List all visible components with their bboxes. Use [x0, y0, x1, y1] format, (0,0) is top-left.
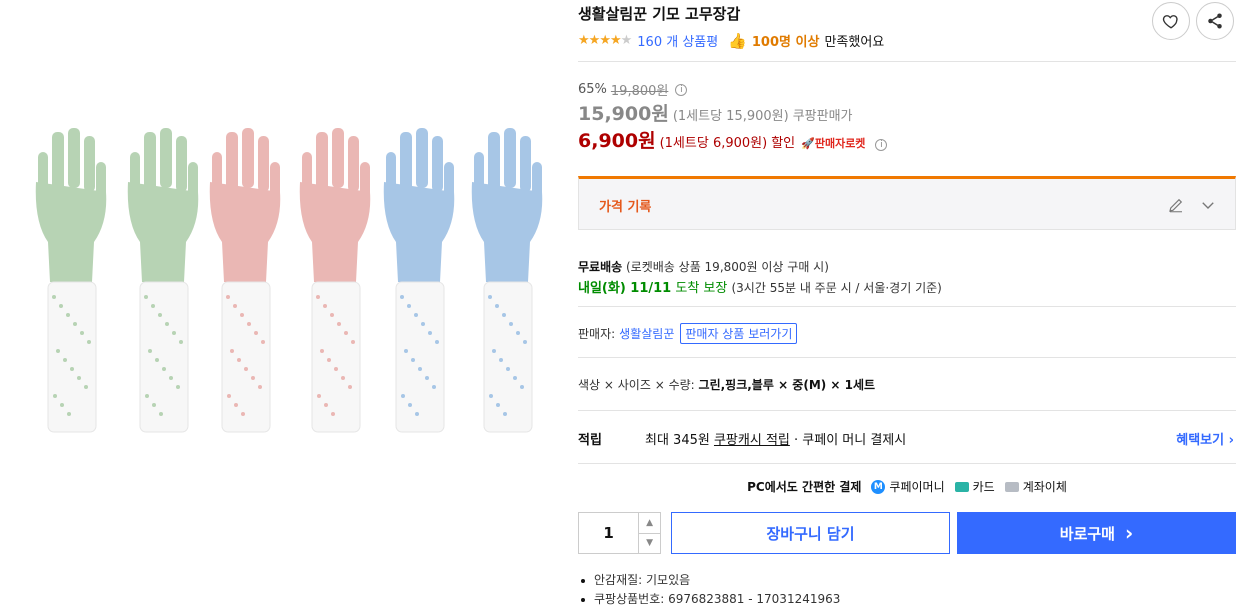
rocket-icon: 🚀	[801, 137, 815, 150]
star-icon: ★	[578, 33, 590, 48]
share-icon	[1208, 13, 1222, 29]
product-title: 생활살림꾼 기모 고무장갑	[578, 5, 741, 23]
reward-label: 적립	[578, 433, 602, 448]
favorite-button[interactable]	[1152, 2, 1190, 40]
quantity-increase-button[interactable]: ▲	[639, 513, 660, 534]
buy-now-label: 바로구매	[1059, 524, 1115, 543]
add-to-cart-button[interactable]: 장바구니 담기	[671, 512, 950, 554]
coupang-unit-price: (1세트당 15,900원)	[672, 109, 789, 124]
payment-title: PC에서도 간편한 결제	[747, 480, 862, 494]
card-payment: 카드	[954, 478, 995, 495]
seller-rocket-badge: 🚀판매자로켓	[801, 135, 865, 151]
chevron-down-icon[interactable]	[1199, 196, 1217, 214]
rocket-badge-label: 판매자로켓	[814, 137, 866, 150]
chevron-right-icon: ›	[1124, 521, 1134, 545]
star-icon: ★	[599, 33, 611, 48]
detail-item: 쿠팡상품번호: 6976823881 - 17031241963	[578, 590, 840, 609]
star-icon: ★	[620, 33, 633, 48]
sale-price: 6,900원	[578, 130, 656, 152]
glove	[471, 128, 543, 433]
quantity-arrows: ▲ ▼	[638, 513, 660, 553]
product-info-panel: 생활살림꾼 기모 고무장갑 ★★★★★ 160 개 상품평 👍 100명 이상 …	[578, 0, 1236, 616]
glove	[209, 128, 281, 433]
free-shipping-info: 무료배송 (로켓배송 상품 19,800원 이상 구매 시)	[578, 258, 829, 275]
product-image	[20, 100, 560, 510]
original-price: 19,800원	[610, 84, 669, 99]
arrival-info: 내일(화) 11/11 도착 보장 (3시간 55분 내 주문 시 / 서울·경…	[578, 277, 942, 296]
info-icon[interactable]: i	[675, 83, 688, 96]
quantity-stepper[interactable]: 1 ▲ ▼	[578, 512, 661, 554]
coupay-icon: M	[871, 479, 886, 494]
option-value: 그린,핑크,블루 × 중(M) × 1세트	[698, 378, 876, 392]
coupay-money: M 쿠페이머니	[871, 478, 945, 495]
price-history-label: 가격 기록	[599, 200, 652, 215]
coupang-price-label: 쿠팡판매가	[792, 109, 853, 124]
free-shipping-detail: (로켓배송 상품 19,800원 이상 구매 시)	[626, 260, 829, 274]
glove	[35, 128, 107, 433]
benefit-link[interactable]: 혜택보기 ›	[1176, 429, 1234, 448]
coupang-price: 15,900원	[578, 103, 669, 125]
quantity-decrease-button[interactable]: ▼	[639, 534, 660, 554]
reward-amount: 최대 345원	[645, 433, 710, 448]
detail-item: 안감재질: 기모있음	[578, 571, 840, 590]
product-details-list: 안감재질: 기모있음 쿠팡상품번호: 6976823881 - 170312419…	[578, 571, 840, 609]
buy-now-button[interactable]: 바로구매 ›	[957, 512, 1236, 554]
card-icon	[954, 481, 969, 492]
gloves-illustration	[35, 128, 543, 433]
share-button[interactable]	[1196, 2, 1234, 40]
divider	[578, 463, 1236, 464]
thumbs-up-icon: 👍	[728, 31, 747, 50]
bank-transfer: 계좌이체	[1004, 478, 1067, 495]
option-row: 색상 × 사이즈 × 수량: 그린,핑크,블루 × 중(M) × 1세트	[578, 376, 875, 393]
reward-condition: · 쿠페이 머니 결제시	[794, 433, 907, 448]
arrival-guarantee: 도착 보장	[675, 281, 728, 296]
pencil-icon[interactable]	[1167, 196, 1185, 214]
arrival-date: 내일(화) 11/11	[578, 281, 672, 296]
star-icon: ★	[609, 33, 622, 48]
seller-products-link[interactable]: 판매자 상품 보러가기	[680, 323, 798, 344]
seller-name-link[interactable]: 생활살림꾼	[619, 325, 674, 342]
review-count-link[interactable]: 160 개 상품평	[637, 31, 718, 50]
star-icon: ★	[588, 33, 601, 48]
free-shipping-label: 무료배송	[578, 260, 623, 274]
satisfied-count: 100명 이상	[751, 35, 820, 50]
coupay-label: 쿠페이머니	[889, 480, 945, 494]
discount-rate: 65%	[578, 82, 607, 97]
divider	[578, 410, 1236, 411]
coupang-cash-link[interactable]: 쿠팡캐시 적립	[714, 433, 790, 448]
star-rating: ★★★★★	[578, 33, 633, 48]
seller-row: 판매자: 생활살림꾼 판매자 상품 보러가기	[578, 323, 798, 344]
glove	[383, 128, 455, 433]
quantity-input[interactable]: 1	[579, 513, 638, 553]
option-label: 색상 × 사이즈 × 수량:	[578, 378, 695, 392]
sale-label: 할인	[771, 136, 796, 151]
sale-unit-price: (1세트당 6,900원)	[659, 136, 768, 151]
arrival-detail: (3시간 55분 내 주문 시 / 서울·경기 기준)	[731, 281, 942, 295]
discount-row: 65% 19,800원 i	[578, 80, 688, 99]
glove	[127, 128, 199, 433]
divider	[578, 61, 1236, 62]
satisfied-text: 만족했어요	[824, 35, 885, 50]
glove	[299, 128, 371, 433]
coupang-price-row: 15,900원 (1세트당 15,900원) 쿠팡판매가	[578, 99, 853, 126]
info-icon[interactable]: i	[875, 139, 888, 151]
price-history-panel[interactable]: 가격 기록	[578, 176, 1236, 230]
bank-label: 계좌이체	[1022, 480, 1067, 494]
seller-label: 판매자:	[578, 327, 616, 341]
rating-row: ★★★★★ 160 개 상품평 👍 100명 이상 만족했어요	[578, 31, 885, 51]
divider	[578, 357, 1236, 358]
card-label: 카드	[972, 480, 995, 494]
bank-icon	[1004, 481, 1019, 492]
seller-price-row: 6,900원 (1세트당 6,900원) 할인 🚀판매자로켓 i	[578, 126, 888, 153]
divider	[578, 306, 1236, 307]
reward-text: 최대 345원 쿠팡캐시 적립 · 쿠페이 머니 결제시	[645, 429, 906, 448]
heart-icon	[1162, 15, 1178, 29]
payment-methods: PC에서도 간편한 결제 M 쿠페이머니 카드 계좌이체	[578, 478, 1236, 495]
